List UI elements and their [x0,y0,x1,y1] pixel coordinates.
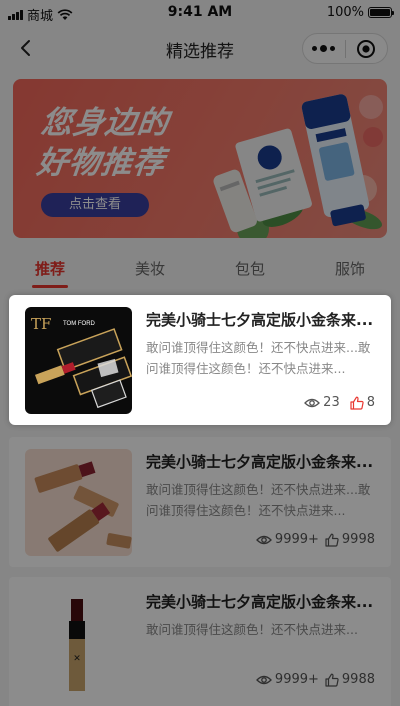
thumbs-up-icon [325,673,339,687]
app-screen: 商城 9:41 AM 100% 精选推荐 您身边的 好物推荐 点击查看 推荐 美… [0,0,400,706]
likes-stat[interactable]: 9988 [325,672,375,687]
product-thumbnail: ✕ [25,589,132,696]
banner-product-illustration [213,94,383,238]
product-description: 敢问谁顶得住这颜色！还不快点进来... [146,622,358,637]
list-item[interactable]: 完美小骑士七夕高定版小金条来... 敢问谁顶得住这颜色！还不快点进来...敢问谁… [9,437,391,567]
brand-label: TOM FORD [63,321,96,327]
svg-text:✕: ✕ [73,654,81,664]
product-thumbnail [25,449,132,556]
views-stat: 23 [304,395,340,410]
product-title: 完美小骑士七夕高定版小金条来... [146,453,374,471]
promo-banner[interactable]: 您身边的 好物推荐 点击查看 [13,79,387,238]
mini-program-capsule [302,33,388,64]
category-tabs: 推荐 美妆 包包 服饰 [0,250,400,290]
nav-bar: 精选推荐 [0,26,400,70]
active-tab-indicator [32,285,68,288]
tab-makeup[interactable]: 美妆 [120,258,180,279]
battery-icon [368,7,394,18]
tab-bags[interactable]: 包包 [220,258,280,279]
product-description: 敢问谁顶得住这颜色！还不快点进来...敢问谁顶得住这颜色！还不快点进来... [146,340,371,376]
likes-stat[interactable]: 9998 [325,532,375,547]
views-stat: 9999+ [256,532,319,547]
views-count: 9999+ [274,672,319,687]
banner-title-line1: 您身边的 [39,105,171,141]
views-count: 23 [323,395,340,410]
svg-text:TF: TF [31,315,51,333]
eye-icon [304,398,321,407]
eye-icon [256,535,272,544]
product-title: 完美小骑士七夕高定版小金条来... [146,311,374,329]
status-bar: 商城 9:41 AM 100% [0,0,400,26]
likes-stat[interactable]: 8 [350,395,375,410]
status-right: 100% [326,5,394,20]
likes-count: 9998 [341,532,375,547]
tab-recommend[interactable]: 推荐 [20,258,80,279]
battery-percent: 100% [326,5,364,20]
eye-icon [256,675,272,684]
product-stats: 23 8 [304,395,375,410]
banner-title: 您身边的 好物推荐 [35,103,171,183]
product-thumbnail: TF TOM FORD [25,307,132,414]
more-icon[interactable] [303,44,345,52]
views-stat: 9999+ [256,672,319,687]
list-item[interactable]: ✕ 完美小骑士七夕高定版小金条来... 敢问谁顶得住这颜色！还不快点进来... … [9,577,391,706]
likes-count: 9988 [341,672,375,687]
tab-clothing[interactable]: 服饰 [320,258,380,279]
likes-count: 8 [366,395,375,410]
list-item-highlighted[interactable]: TF TOM FORD 完美小骑士七夕高定版小金条来... 敢问谁顶得住这颜色！… [9,295,391,425]
product-stats: 9999+ 9998 [256,532,375,547]
thumbs-up-icon [350,396,364,410]
views-count: 9999+ [274,532,319,547]
close-miniprogram-icon[interactable] [345,39,387,59]
banner-title-line2: 好物推荐 [35,145,167,181]
thumbs-up-icon [325,533,339,547]
product-description: 敢问谁顶得住这颜色！还不快点进来...敢问谁顶得住这颜色！还不快点进来... [146,482,371,518]
product-title: 完美小骑士七夕高定版小金条来... [146,593,374,611]
banner-view-button[interactable]: 点击查看 [41,193,149,217]
product-stats: 9999+ 9988 [256,672,375,687]
